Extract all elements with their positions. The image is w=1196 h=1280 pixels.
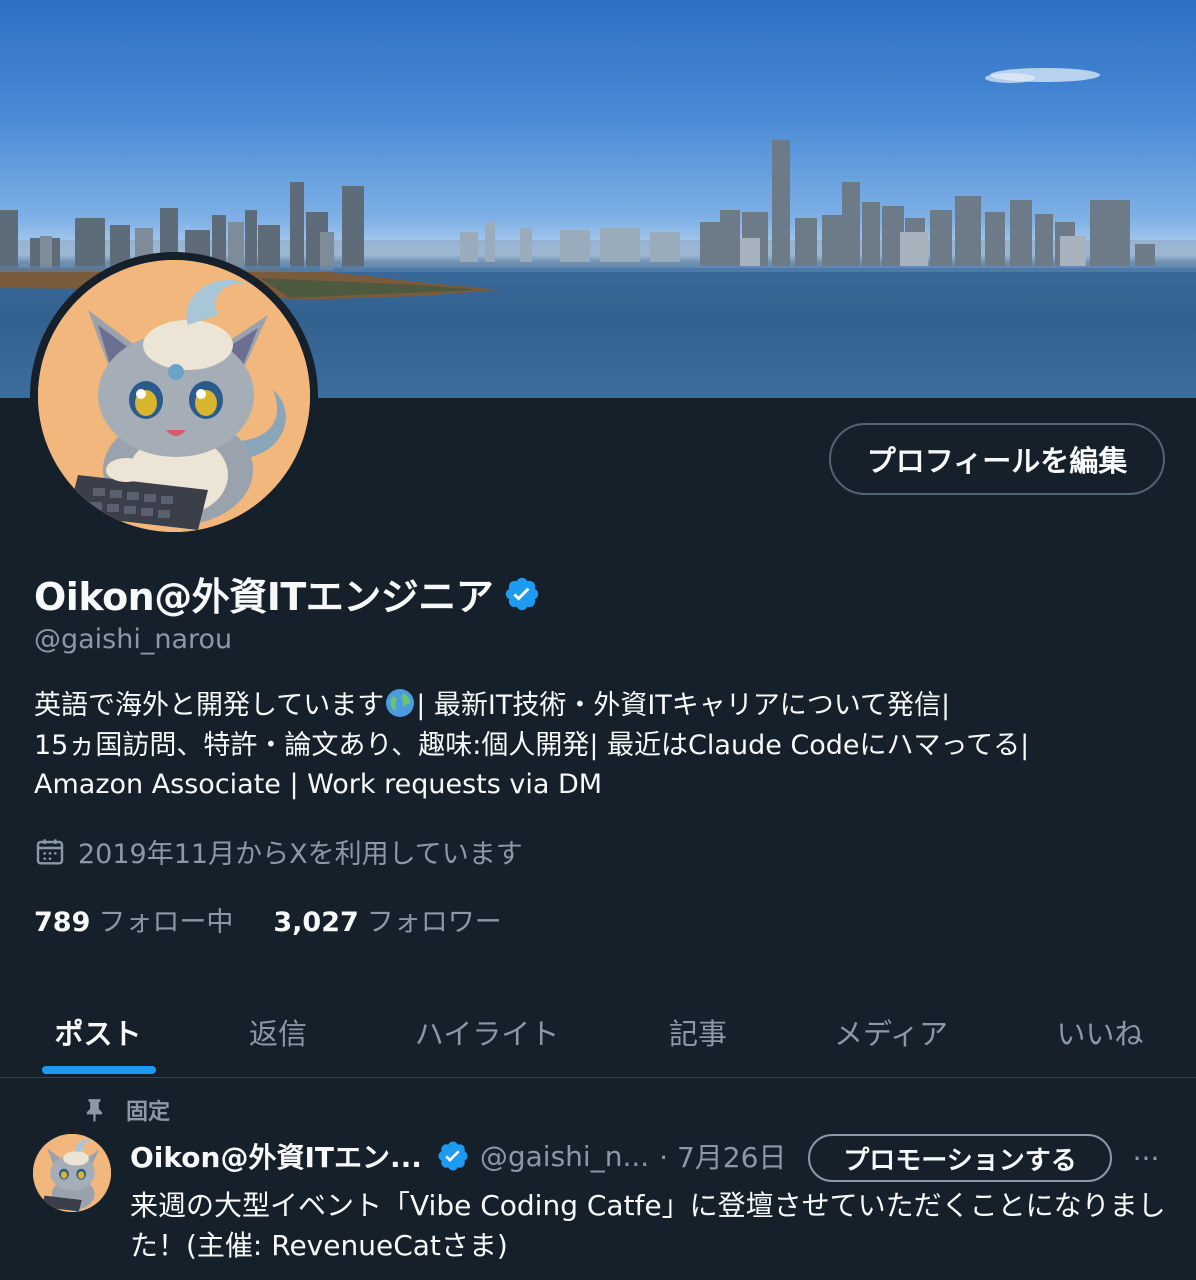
post-header: Oikon@外資ITエン... @gaishi_n... · 7月26日: [130, 1134, 786, 1178]
tab-articles[interactable]: 記事: [610, 986, 786, 1078]
following-label: フォロー中: [98, 907, 234, 938]
promote-button[interactable]: プロモーションする: [808, 1134, 1112, 1182]
post-author-name[interactable]: Oikon@外資ITエン...: [130, 1136, 422, 1176]
verified-badge-icon[interactable]: [503, 575, 541, 613]
bio-line-1: 英語で海外と開発しています: [34, 690, 385, 721]
follow-stats: 789 フォロー中 3,027 フォロワー: [34, 900, 502, 939]
followers-label: フォロワー: [366, 907, 502, 938]
joined-date: 2019年11月からXを利用しています: [34, 832, 523, 871]
followers-link[interactable]: 3,027 フォロワー: [273, 900, 501, 939]
following-link[interactable]: 789 フォロー中: [34, 900, 233, 939]
verified-badge-icon[interactable]: [436, 1139, 470, 1173]
bio-line-2: 15ヵ国訪問、特許・論文あり、趣味:個人開発| 最近はClaude Codeにハ…: [34, 729, 1030, 761]
post-author-avatar[interactable]: [33, 1134, 111, 1212]
profile-tabs: ポスト 返信 ハイライト 記事 メディア いいね: [0, 986, 1196, 1078]
profile-avatar[interactable]: [38, 260, 310, 532]
post-date[interactable]: · 7月26日: [659, 1136, 786, 1176]
display-name-row: Oikon@外資ITエンジニア: [34, 566, 541, 621]
pinned-label: 固定: [126, 1100, 171, 1125]
pinned-label-row: 固定: [82, 1094, 170, 1126]
profile-bio: 英語で海外と開発しています | 最新IT技術・外資ITキャリアについて発信| 15…: [34, 686, 1164, 805]
joined-text: 2019年11月からXを利用しています: [78, 839, 523, 870]
tab-posts[interactable]: ポスト: [0, 986, 196, 1078]
tab-media[interactable]: メディア: [800, 986, 982, 1078]
tab-likes[interactable]: いいね: [1010, 986, 1190, 1078]
cat-mascot-image: [38, 260, 310, 532]
active-tab-indicator: [42, 1066, 156, 1074]
post-author-handle[interactable]: @gaishi_n...: [480, 1140, 649, 1173]
username-handle: @gaishi_narou: [34, 624, 233, 655]
cat-mascot-image: [33, 1134, 111, 1212]
pin-icon: [86, 1099, 103, 1122]
following-count: 789: [34, 907, 91, 938]
post-text: 来週の大型イベント「Vibe Coding Catfe」に登壇させていただくこと…: [130, 1189, 1166, 1262]
bio-line-3: Amazon Associate | Work requests via DM: [34, 769, 603, 800]
display-name: Oikon@外資ITエンジニア: [34, 575, 494, 619]
globe-icon: [386, 689, 415, 717]
tab-highlights[interactable]: ハイライト: [380, 986, 594, 1078]
calendar-icon: [36, 838, 64, 865]
bio-line-1-cont: | 最新IT技術・外資ITキャリアについて発信|: [416, 690, 951, 721]
followers-count: 3,027: [273, 907, 359, 938]
more-options-icon[interactable]: ···: [1126, 1140, 1166, 1176]
tab-replies[interactable]: 返信: [196, 986, 360, 1078]
edit-profile-button[interactable]: プロフィールを編集: [829, 423, 1165, 495]
